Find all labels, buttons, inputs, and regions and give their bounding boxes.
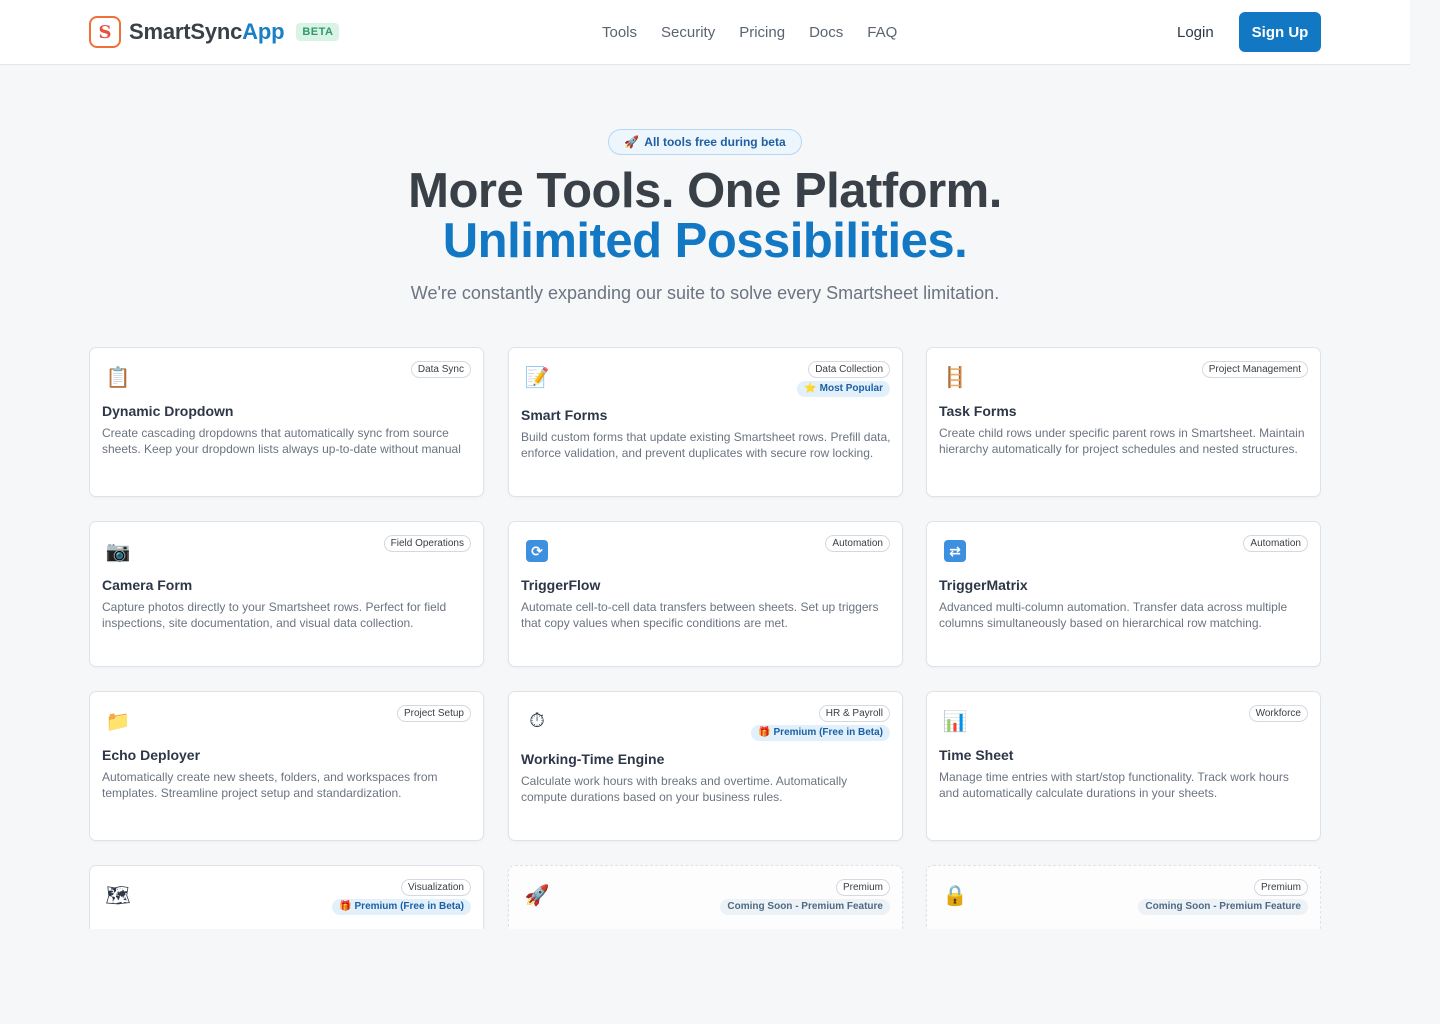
brand-name: SmartSyncApp: [129, 19, 285, 45]
nav-link-faq[interactable]: FAQ: [867, 24, 897, 41]
signup-button[interactable]: Sign Up: [1239, 12, 1321, 52]
badge-text: Premium (Free in Beta): [354, 901, 464, 912]
tool-card-task-forms[interactable]: 🪜 Project Management Task Forms Create c…: [926, 347, 1321, 497]
badge-text: Premium (Free in Beta): [773, 727, 883, 738]
brand-logo[interactable]: S SmartSyncApp BETA: [89, 16, 340, 48]
premium-badge: 🎁 Premium (Free in Beta): [332, 899, 471, 915]
login-link[interactable]: Login: [1177, 24, 1214, 41]
tool-description: Calculate work hours with breaks and ove…: [521, 774, 848, 804]
category-tag: Premium: [835, 879, 890, 896]
category-tag: Premium: [1253, 879, 1308, 896]
hero-subtitle: We're constantly expanding our suite to …: [410, 283, 1000, 303]
tool-description: Capture photos directly to your Smartshe…: [102, 600, 447, 630]
tool-title: Smart Forms: [521, 407, 608, 423]
clipboard-icon: 📋: [105, 366, 131, 389]
category-tag: Automation: [825, 535, 890, 552]
beta-badge: BETA: [296, 23, 340, 41]
tool-card-echo-deployer[interactable]: 📁 Project Setup Echo Deployer Automatica…: [89, 691, 484, 841]
most-popular-badge: ⭐ Most Popular: [797, 381, 890, 397]
hero-title-line2: Unlimited Possibilities.: [442, 214, 968, 268]
hero-title: More Tools. One Platform. Unlimited Poss…: [0, 166, 1410, 266]
tool-title: TriggerFlow: [521, 577, 601, 593]
coming-soon-badge: Coming Soon - Premium Feature: [720, 899, 890, 915]
category-tag: Automation: [1243, 535, 1308, 552]
nav-link-pricing[interactable]: Pricing: [739, 24, 785, 41]
tool-card-coming-soon-2: 🔒 Premium Coming Soon - Premium Feature: [926, 865, 1321, 929]
rocket-icon: 🚀: [524, 884, 550, 907]
tool-description: Automate cell-to-cell data transfers bet…: [521, 600, 879, 630]
tool-description: Manage time entries with start/stop func…: [939, 770, 1289, 800]
tool-card-coming-soon-1: 🚀 Premium Coming Soon - Premium Feature: [508, 865, 903, 929]
shuffle-icon: ⇄: [942, 538, 968, 564]
category-tag: Workforce: [1248, 705, 1308, 722]
nav-link-tools[interactable]: Tools: [602, 24, 637, 41]
map-icon: 🗺: [105, 884, 131, 907]
tool-description: Advanced multi-column automation. Transf…: [939, 600, 1288, 630]
bar-chart-icon: 📊: [942, 710, 968, 733]
coming-soon-badge: Coming Soon - Premium Feature: [1138, 899, 1308, 915]
tool-description: Automatically create new sheets, folders…: [102, 770, 438, 800]
category-tag: Field Operations: [383, 535, 471, 552]
main-nav: Tools Security Pricing Docs FAQ: [602, 24, 921, 41]
logo-icon: S: [89, 16, 121, 48]
tool-card-camera-form[interactable]: 📷 Field Operations Camera Form Capture p…: [89, 521, 484, 667]
gift-icon: 🎁: [339, 901, 352, 912]
tool-title: Dynamic Dropdown: [102, 403, 234, 419]
folder-icon: 📁: [105, 710, 131, 733]
tool-card-dynamic-dropdown[interactable]: 📋 Data Sync Dynamic Dropdown Create casc…: [89, 347, 484, 497]
stopwatch-icon: ⏱: [529, 709, 545, 732]
tool-title: TriggerMatrix: [939, 577, 1028, 593]
tool-card-triggerflow[interactable]: ⟳ Automation TriggerFlow Automate cell-t…: [508, 521, 903, 667]
lock-icon: 🔒: [942, 884, 968, 907]
category-tag: Project Management: [1201, 361, 1308, 378]
category-tag: Visualization: [401, 879, 471, 896]
beta-announcement-pill: 🚀 All tools free during beta: [608, 129, 802, 155]
category-tag: HR & Payroll: [818, 705, 890, 722]
category-tag: Data Sync: [410, 361, 471, 378]
camera-icon: 📷: [105, 540, 131, 563]
brand-name-accent: App: [242, 19, 285, 44]
tool-description: Build custom forms that update existing …: [521, 430, 891, 460]
tool-title: Camera Form: [102, 577, 193, 593]
premium-badge: 🎁 Premium (Free in Beta): [751, 725, 890, 741]
tool-card-working-time-engine[interactable]: ⏱ HR & Payroll 🎁 Premium (Free in Beta) …: [508, 691, 903, 841]
tool-card-triggermatrix[interactable]: ⇄ Automation TriggerMatrix Advanced mult…: [926, 521, 1321, 667]
rocket-icon: 🚀: [624, 135, 640, 149]
badge-text: Most Popular: [819, 383, 883, 394]
ladder-icon: 🪜: [942, 366, 968, 389]
tool-card-time-sheet[interactable]: 📊 Workforce Time Sheet Manage time entri…: [926, 691, 1321, 841]
hero-title-line1: More Tools. One Platform.: [408, 164, 1002, 218]
tool-card-smart-forms[interactable]: 📝 Data Collection ⭐ Most Popular Smart F…: [508, 347, 903, 497]
site-header: S SmartSyncApp BETA Tools Security Prici…: [0, 0, 1410, 65]
tool-title: Working-Time Engine: [521, 751, 665, 767]
star-icon: ⭐: [804, 383, 817, 394]
nav-link-docs[interactable]: Docs: [809, 24, 843, 41]
memo-icon: 📝: [524, 366, 550, 389]
tool-title: Echo Deployer: [102, 747, 201, 763]
beta-pill-text: All tools free during beta: [644, 135, 786, 149]
nav-link-security[interactable]: Security: [661, 24, 715, 41]
category-tag: Data Collection: [808, 361, 890, 378]
tool-description: Create cascading dropdowns that automati…: [102, 426, 461, 456]
tools-grid: 📋 Data Sync Dynamic Dropdown Create casc…: [89, 347, 1321, 929]
gift-icon: 🎁: [758, 727, 771, 738]
tool-card-visualization[interactable]: 🗺 Visualization 🎁 Premium (Free in Beta): [89, 865, 484, 929]
brand-name-main: SmartSync: [129, 19, 243, 44]
sync-icon: ⟳: [524, 538, 550, 564]
tool-description: Create child rows under specific parent …: [939, 426, 1305, 456]
category-tag: Project Setup: [396, 705, 471, 722]
tool-title: Time Sheet: [939, 747, 1014, 763]
tool-title: Task Forms: [939, 403, 1017, 419]
